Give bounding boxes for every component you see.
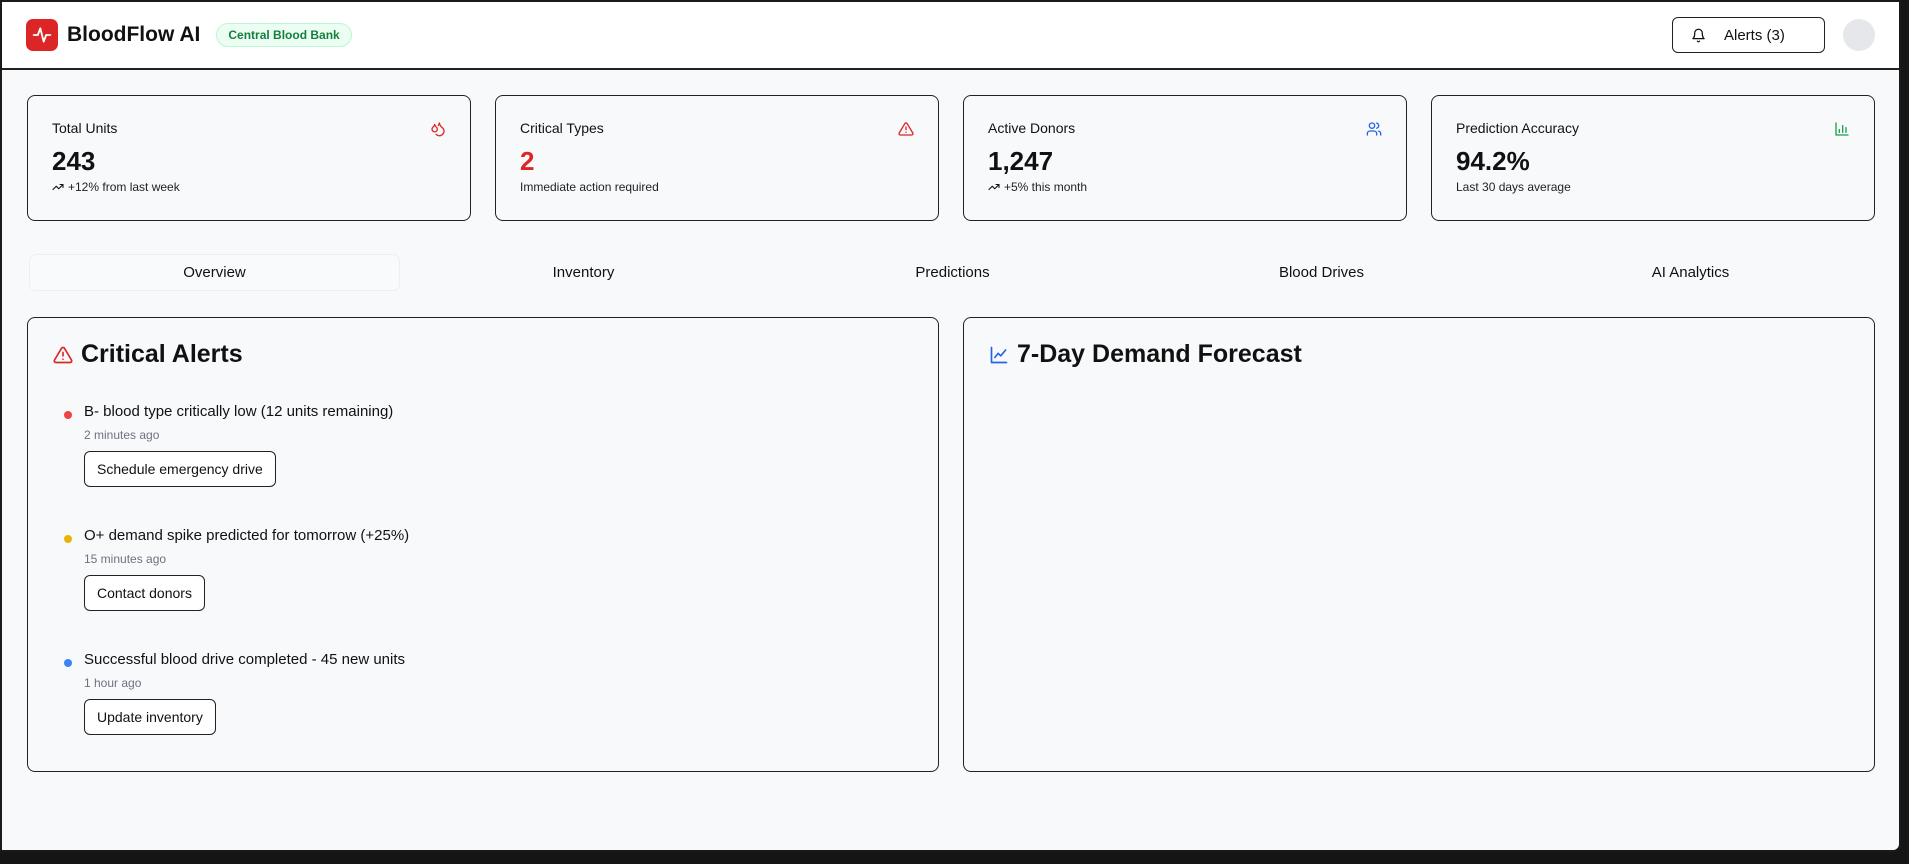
line-chart-icon	[990, 346, 1008, 363]
list-item: Successful blood drive completed - 45 ne…	[64, 651, 406, 735]
status-dot	[64, 411, 72, 419]
app-name: BloodFlow AI	[67, 23, 201, 46]
list-item: O+ demand spike predicted for tomorrow (…	[64, 527, 410, 611]
stat-title: Critical Types	[520, 120, 604, 136]
schedule-emergency-drive-button[interactable]: Schedule emergency drive	[84, 451, 276, 487]
list-item: B- blood type critically low (12 units r…	[64, 403, 394, 487]
users-icon	[1366, 122, 1382, 136]
status-dot	[64, 659, 72, 667]
stat-subtext: +5% this month	[1004, 180, 1088, 194]
bell-icon	[1692, 28, 1705, 42]
alert-time: 1 hour ago	[84, 676, 142, 690]
activity-icon[interactable]	[26, 19, 58, 51]
critical-alerts-panel: Critical Alerts B- blood type critically…	[27, 317, 939, 772]
tab-overview[interactable]: Overview	[30, 255, 399, 290]
top-header: BloodFlow AI Central Blood Bank Alerts (…	[2, 2, 1899, 70]
app-window: BloodFlow AI Central Blood Bank Alerts (…	[0, 0, 1901, 852]
demand-forecast-panel: 7-Day Demand Forecast	[963, 317, 1875, 772]
update-inventory-button[interactable]: Update inventory	[84, 699, 216, 735]
contact-donors-button[interactable]: Contact donors	[84, 575, 205, 611]
stat-subtext: Immediate action required	[520, 180, 659, 194]
trending-up-icon	[988, 183, 1000, 191]
location-badge: Central Blood Bank	[216, 23, 352, 47]
alert-triangle-icon	[53, 346, 73, 363]
status-dot	[64, 535, 72, 543]
stat-title: Total Units	[52, 120, 118, 136]
stat-card-active-donors: Active Donors 1,247 +5% this month	[963, 95, 1407, 221]
alert-time: 2 minutes ago	[84, 428, 160, 442]
panel-title: 7-Day Demand Forecast	[1017, 340, 1302, 368]
stat-value: 243	[52, 146, 96, 176]
trending-up-icon	[52, 183, 64, 191]
stat-value: 2	[520, 146, 535, 176]
tab-ai-analytics[interactable]: AI Analytics	[1506, 255, 1875, 290]
stat-value: 1,247	[988, 146, 1054, 176]
alert-message: Successful blood drive completed - 45 ne…	[84, 651, 406, 668]
tab-blood-drives[interactable]: Blood Drives	[1137, 255, 1506, 290]
alert-triangle-icon	[898, 122, 914, 136]
stat-title: Prediction Accuracy	[1456, 120, 1579, 136]
alert-time: 15 minutes ago	[84, 552, 167, 566]
brand: BloodFlow AI Central Blood Bank	[26, 19, 352, 51]
alerts-button[interactable]: Alerts (3)	[1672, 17, 1825, 53]
tab-predictions[interactable]: Predictions	[768, 255, 1137, 290]
avatar[interactable]	[1843, 19, 1875, 51]
alert-message: O+ demand spike predicted for tomorrow (…	[84, 527, 410, 544]
stat-subtext: Last 30 days average	[1456, 180, 1571, 194]
tab-inventory[interactable]: Inventory	[399, 255, 768, 290]
panel-title: Critical Alerts	[81, 340, 243, 368]
droplets-icon	[431, 122, 445, 137]
stat-subtext: +12% from last week	[68, 180, 180, 194]
stat-card-prediction-accuracy: Prediction Accuracy 94.2% Last 30 days a…	[1431, 95, 1875, 221]
alert-message: B- blood type critically low (12 units r…	[84, 403, 394, 420]
tab-bar: Overview Inventory Predictions Blood Dri…	[30, 255, 1875, 290]
bar-chart-icon	[1835, 122, 1849, 136]
stat-cards: Total Units 243 +12% from last week Crit…	[27, 95, 1875, 221]
stat-title: Active Donors	[988, 120, 1076, 136]
stat-card-total-units: Total Units 243 +12% from last week	[27, 95, 471, 221]
stat-card-critical-types: Critical Types 2 Immediate action requir…	[495, 95, 939, 221]
stat-value: 94.2%	[1456, 146, 1530, 176]
alerts-label: Alerts (3)	[1724, 26, 1785, 44]
